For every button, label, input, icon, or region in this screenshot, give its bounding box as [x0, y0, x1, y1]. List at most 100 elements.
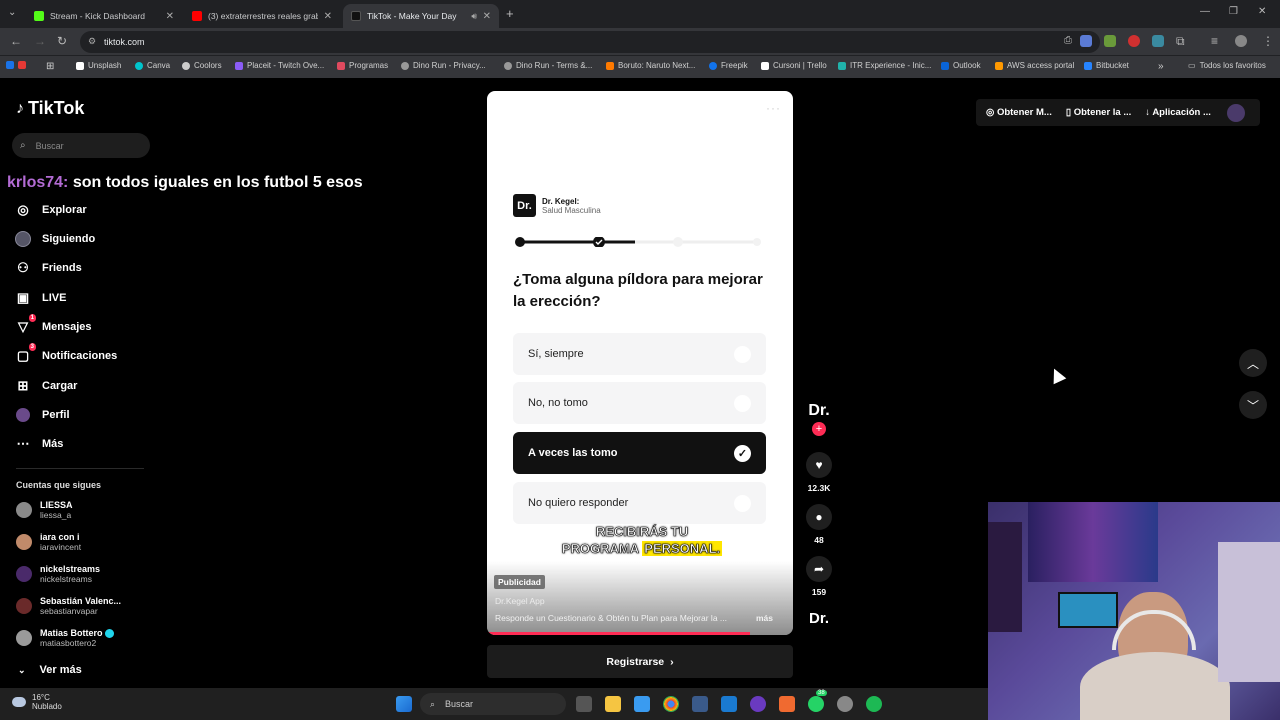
bookmark-placeit[interactable]: Placeit - Twitch Ove... — [235, 61, 324, 70]
profile-avatar-icon[interactable] — [1235, 35, 1247, 47]
chrome-menu-icon[interactable]: ⋮ — [1262, 34, 1274, 48]
react-devtools-icon[interactable] — [1152, 35, 1164, 47]
bookmark-bitbucket[interactable]: Bitbucket — [1084, 61, 1129, 70]
apps-icon[interactable] — [6, 61, 26, 69]
creator-avatar[interactable]: Dr. + — [803, 402, 835, 436]
quiz-option-no-no-tomo[interactable]: No, no tomo — [513, 382, 766, 424]
nav-cargar[interactable]: ⊞ Cargar — [15, 378, 78, 394]
audio-playing-icon[interactable]: 🔊︎ — [471, 11, 477, 22]
nav-mas[interactable]: ⋯ Más — [15, 436, 64, 452]
account-sebastian[interactable]: Sebastián Valenc... sebastianvapar — [16, 596, 121, 616]
all-favorites-folder[interactable]: ▭ Todos los favoritos — [1188, 61, 1266, 70]
ad-account-name[interactable]: Dr.Kegel App — [495, 596, 545, 606]
bookmark-aws[interactable]: AWS access portal — [995, 61, 1074, 70]
more-text-button[interactable]: más — [756, 613, 773, 623]
maximize-icon[interactable]: ❐ — [1229, 6, 1238, 17]
nav-live[interactable]: ▣ LIVE — [15, 290, 67, 306]
close-tab-icon[interactable]: ✕ — [324, 11, 332, 22]
quiz-option-a-veces[interactable]: A veces las tomo ✓ — [513, 432, 766, 474]
nav-friends[interactable]: ⚇ Friends — [15, 260, 82, 276]
bookmark-dino-privacy[interactable]: Dino Run - Privacy... — [401, 61, 486, 70]
bookmark-coolors[interactable]: Coolors — [182, 61, 222, 70]
mouse-cursor — [1047, 365, 1067, 385]
close-tab-icon[interactable]: ✕ — [483, 11, 491, 22]
pycharm-icon[interactable] — [692, 696, 708, 712]
share-button[interactable]: ➦ 159 — [803, 556, 835, 597]
bookmark-boruto[interactable]: Boruto: Naruto Next... — [606, 61, 695, 70]
chrome-icon[interactable] — [663, 696, 679, 712]
bookmark-itr[interactable]: ITR Experience - Inic... — [838, 61, 931, 70]
taskbar-search[interactable]: ⌕ Buscar — [420, 693, 566, 715]
whatsapp-icon[interactable]: 38 — [808, 690, 827, 712]
bookmark-dino-terms[interactable]: Dino Run - Terms &... — [504, 61, 592, 70]
account-matias[interactable]: Matias Bottero matiasbottero2 — [16, 628, 115, 648]
account-iara[interactable]: iara con i iaravincent — [16, 532, 81, 552]
close-window-icon[interactable]: ✕ — [1258, 6, 1266, 17]
get-app-button[interactable]: ▯ Obtener la ... — [1066, 107, 1131, 118]
account-liessa[interactable]: LIESSA liessa_a — [16, 500, 73, 520]
bookmark-unsplash[interactable]: Unsplash — [76, 61, 121, 70]
tab-kick[interactable]: Stream - Kick Dashboard ✕ — [26, 4, 182, 28]
bookmark-freepik[interactable]: Freepik — [709, 61, 748, 70]
media-controls-icon[interactable]: ≡ — [1211, 34, 1218, 48]
user-avatar[interactable] — [1226, 103, 1245, 122]
video-playback-progress[interactable] — [487, 632, 751, 635]
get-coins-button[interactable]: ◎ Obtener M... — [986, 107, 1052, 118]
address-bar[interactable]: ⚙ tiktok.com ⎙ ☆ — [80, 31, 1100, 53]
install-app-icon[interactable]: ⎙ — [1064, 35, 1072, 46]
grid-icon[interactable]: ⊞ — [46, 61, 54, 72]
quiz-option-si-siempre[interactable]: Sí, siempre — [513, 333, 766, 375]
nav-siguiendo[interactable]: Siguiendo — [15, 231, 95, 247]
bookmark-trello[interactable]: Cursoni | Trello — [761, 61, 827, 70]
tab-tiktok[interactable]: TikTok - Make Your Day 🔊︎ ✕ — [343, 4, 499, 28]
settings-icon[interactable] — [837, 696, 853, 712]
nav-perfil[interactable]: Perfil — [15, 407, 70, 423]
back-icon[interactable]: ← — [10, 34, 22, 48]
minimize-icon[interactable]: — — [1200, 6, 1210, 17]
windows-start-icon[interactable] — [396, 696, 412, 712]
spotify-icon[interactable] — [866, 696, 882, 712]
bookmark-programas[interactable]: Programas — [337, 61, 388, 70]
previous-video-button[interactable]: ︿ — [1239, 349, 1267, 377]
tab-search-icon[interactable]: ⌄ — [8, 7, 16, 18]
file-explorer-icon[interactable] — [605, 696, 621, 712]
tab-youtube[interactable]: (3) extraterrestres reales grabad... ✕ — [184, 4, 340, 28]
bookmark-outlook[interactable]: Outlook — [941, 61, 981, 70]
tiktok-logo[interactable]: ♪ TikTok — [16, 98, 84, 119]
more-bookmarks-button[interactable]: » — [1158, 61, 1164, 72]
sound-disc[interactable]: Dr. — [803, 610, 835, 627]
vscode-icon[interactable] — [721, 696, 737, 712]
video-player[interactable]: ··· Dr. Dr. Kegel: Salud Masculina ¿Toma … — [487, 91, 793, 635]
comment-button[interactable]: ● 48 — [803, 504, 835, 545]
like-button[interactable]: ♥ 12.3K — [803, 452, 835, 493]
close-tab-icon[interactable]: ✕ — [166, 11, 174, 22]
quiz-question: ¿Toma alguna píldora para mejorar la ere… — [513, 271, 763, 310]
register-button[interactable]: Registrarse › — [487, 645, 793, 678]
reload-icon[interactable]: ↻ — [57, 34, 67, 48]
more-options-icon[interactable]: ··· — [766, 101, 781, 115]
extensions-puzzle-icon[interactable]: ⧉ — [1176, 34, 1185, 49]
weather-widget[interactable]: 16°C Nublado — [12, 693, 62, 711]
record-extension-icon[interactable] — [1128, 35, 1140, 47]
cloud-icon — [12, 697, 26, 707]
nav-explorar[interactable]: ◎ Explorar — [15, 202, 86, 218]
store-icon[interactable] — [634, 696, 650, 712]
site-info-icon[interactable]: ⚙ — [88, 36, 96, 47]
extension-icon[interactable] — [1104, 35, 1116, 47]
new-tab-button[interactable]: + — [506, 6, 514, 21]
see-more-button[interactable]: ⌄ Ver más — [18, 664, 82, 676]
translate-extension-icon[interactable] — [1080, 35, 1092, 47]
forward-icon[interactable]: → — [34, 34, 46, 48]
account-nickelstreams[interactable]: nickelstreams nickelstreams — [16, 564, 100, 584]
search-input[interactable]: ⌕ Buscar — [12, 133, 150, 158]
bookmark-canva[interactable]: Canva — [135, 61, 170, 70]
quiz-option-no-quiero[interactable]: No quiero responder — [513, 482, 766, 524]
twitch-tool-icon[interactable] — [750, 696, 766, 712]
download-app-button[interactable]: ↓ Aplicación ... — [1145, 107, 1211, 118]
next-video-button[interactable]: ﹀ — [1239, 391, 1267, 419]
postman-icon[interactable] — [779, 696, 795, 712]
nav-mensajes[interactable]: ▽ 1 Mensajes — [15, 314, 92, 335]
follow-button[interactable]: + — [812, 422, 826, 436]
nav-notificaciones[interactable]: ▢ 3 Notificaciones — [15, 343, 117, 364]
task-view-icon[interactable] — [576, 696, 592, 712]
